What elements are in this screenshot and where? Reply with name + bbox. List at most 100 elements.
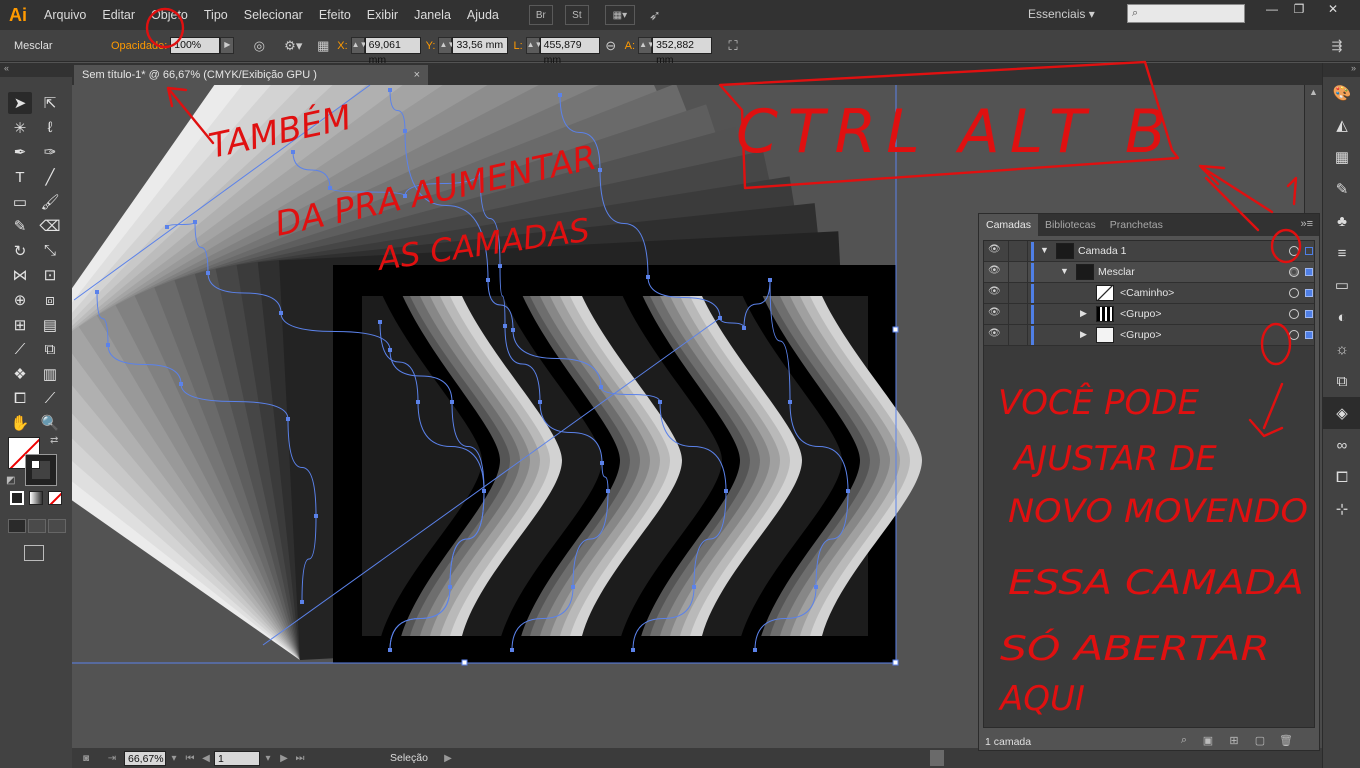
zoom-field[interactable]: 66,67% <box>124 750 166 766</box>
height-field[interactable]: 352,882 mm <box>652 37 713 66</box>
draw-inside-icon[interactable] <box>48 519 66 534</box>
opacity-dropdown-icon[interactable]: ▶ <box>220 37 235 54</box>
menu-arquivo[interactable]: Arquivo <box>36 0 94 30</box>
draw-behind-icon[interactable] <box>28 519 46 534</box>
eraser-tool-icon[interactable]: ⌫ <box>38 215 62 237</box>
expand-triangle-icon[interactable]: ▶ <box>1080 308 1087 319</box>
gradient-tool-icon[interactable]: ▤ <box>38 314 62 336</box>
stroke-swatch[interactable] <box>25 454 57 487</box>
visibility-eye-icon[interactable]: 👁 <box>988 328 1002 339</box>
menu-objeto[interactable]: Objeto <box>143 0 196 30</box>
visibility-eye-icon[interactable]: 👁 <box>988 307 1002 318</box>
lock-toggle[interactable] <box>1008 241 1028 261</box>
target-circle-icon[interactable] <box>1289 288 1299 298</box>
layer-row-mesclar[interactable]: 👁 ▼ Mesclar <box>984 262 1314 283</box>
symbols-panel-icon[interactable]: ♣ <box>1323 205 1360 237</box>
close-icon[interactable]: ✕ <box>1318 0 1348 20</box>
column-graph-tool-icon[interactable]: ▥ <box>38 363 62 385</box>
first-artboard-icon[interactable]: ⏮ <box>182 753 198 764</box>
curvature-tool-icon[interactable]: ✑ <box>38 141 62 163</box>
paintbrush-tool-icon[interactable]: 🖌 <box>38 191 62 213</box>
tab-layers[interactable]: Camadas <box>979 214 1038 236</box>
menu-efeito[interactable]: Efeito <box>311 0 359 30</box>
minimize-icon[interactable]: — <box>1257 0 1287 20</box>
status-export-icon[interactable]: ⇥ <box>100 753 124 764</box>
height-stepper-icon[interactable]: ▲▼ <box>638 37 655 54</box>
free-transform-tool-icon[interactable]: ⊡ <box>38 264 62 286</box>
type-tool-icon[interactable]: T <box>8 166 32 188</box>
reference-point-icon[interactable]: ▦ <box>312 36 334 56</box>
transform-options-icon[interactable]: ⚙▾ <box>282 36 304 56</box>
y-field[interactable]: 33,56 mm <box>452 37 509 54</box>
swatches-panel-icon[interactable]: ▦ <box>1323 141 1360 173</box>
pencil-tool-icon[interactable]: ✎ <box>8 215 32 237</box>
color-mode-icon[interactable] <box>10 491 24 506</box>
expand-triangle-icon[interactable]: ▶ <box>1080 329 1087 340</box>
next-artboard-icon[interactable]: ▶ <box>276 753 292 764</box>
menu-janela[interactable]: Janela <box>406 0 459 30</box>
bridge-button[interactable]: Br <box>528 5 553 25</box>
menu-selecionar[interactable]: Selecionar <box>236 0 311 30</box>
width-field[interactable]: 455,879 mm <box>539 37 600 66</box>
delete-layer-icon[interactable]: 🗑 <box>1279 734 1293 748</box>
slice-tool-icon[interactable]: ⟋ <box>38 387 62 409</box>
status-menu-icon[interactable]: ▶ <box>440 753 456 764</box>
visibility-eye-icon[interactable]: 👁 <box>988 265 1002 276</box>
document-tab[interactable]: Sem título-1* @ 66,67% (CMYK/Exibição GP… <box>74 65 428 85</box>
scale-tool-icon[interactable]: ⤡ <box>38 240 62 262</box>
expand-triangle-icon[interactable]: ▼ <box>1060 266 1069 276</box>
rotate-tool-icon[interactable]: ↻ <box>8 240 32 262</box>
rectangle-tool-icon[interactable]: ▭ <box>8 191 32 213</box>
transparency-panel-icon[interactable]: ◐ <box>1323 301 1360 333</box>
pen-tool-icon[interactable]: ✒ <box>8 141 32 163</box>
tab-libraries[interactable]: Bibliotecas <box>1038 214 1103 236</box>
draw-normal-icon[interactable] <box>8 519 26 534</box>
selection-indicator[interactable] <box>1305 331 1313 339</box>
graphic-styles-icon[interactable]: ⧉ <box>1323 365 1360 397</box>
artboard-tool-icon[interactable]: ⧠ <box>8 387 32 409</box>
close-document-icon[interactable]: × <box>414 65 420 85</box>
artboards-panel-icon[interactable]: ⧠ <box>1323 461 1360 493</box>
gradient-panel-icon[interactable]: ▭ <box>1323 269 1360 301</box>
mesh-tool-icon[interactable]: ⊞ <box>8 314 32 336</box>
menu-exibir[interactable]: Exibir <box>359 0 406 30</box>
target-circle-icon[interactable] <box>1289 267 1299 277</box>
stock-button[interactable]: St <box>564 5 589 25</box>
blend-tool-icon[interactable]: ⧉ <box>38 338 62 360</box>
bbox-handle-bottom[interactable] <box>461 659 468 666</box>
y-stepper-icon[interactable]: ▲▼ <box>438 37 455 54</box>
recolor-icon[interactable]: ◎ <box>248 36 270 56</box>
visibility-eye-icon[interactable]: 👁 <box>988 244 1002 255</box>
layers-panel-icon[interactable]: ◈ <box>1323 397 1360 429</box>
last-artboard-icon[interactable]: ⏭ <box>292 753 308 764</box>
direct-selection-tool-icon[interactable]: ⇱ <box>38 92 62 114</box>
arrange-documents-icon[interactable]: ▦▾ <box>604 5 635 25</box>
none-mode-icon[interactable] <box>48 491 62 506</box>
horizontal-scrollbar[interactable] <box>930 750 944 766</box>
layer-row-caminho[interactable]: 👁 <Caminho> <box>984 283 1314 304</box>
layer-row-grupo-2[interactable]: 👁 ▶ <Grupo> <box>984 325 1314 346</box>
stroke-panel-icon[interactable]: ≡ <box>1323 237 1360 269</box>
swap-fill-stroke-icon[interactable]: ⇄ <box>50 435 58 446</box>
eyedropper-tool-icon[interactable]: ⟋ <box>8 338 32 360</box>
line-tool-icon[interactable]: ╱ <box>38 166 62 188</box>
selection-tool-icon[interactable]: ➤ <box>8 92 32 115</box>
layer-row-camada1[interactable]: 👁 ▼ Camada 1 <box>984 241 1314 262</box>
transform-panel-icon[interactable]: ⊹ <box>1323 493 1360 525</box>
opacity-field[interactable]: 100% <box>170 37 221 54</box>
zoom-dropdown-icon[interactable]: ▾ <box>166 753 182 764</box>
symbol-sprayer-tool-icon[interactable]: ❖ <box>8 363 32 385</box>
artboard-dropdown-icon[interactable]: ▾ <box>260 753 276 764</box>
make-clipping-mask-icon[interactable]: ▣ <box>1201 734 1215 748</box>
lasso-tool-icon[interactable]: ℓ <box>38 117 62 139</box>
expand-triangle-icon[interactable]: ▼ <box>1040 245 1049 255</box>
magic-wand-tool-icon[interactable]: ✳ <box>8 117 32 139</box>
prev-artboard-icon[interactable]: ◀ <box>198 753 214 764</box>
bbox-handle-corner[interactable] <box>892 659 899 666</box>
layer-row-grupo-1[interactable]: 👁 ▶ <Grupo> <box>984 304 1314 325</box>
perspective-grid-tool-icon[interactable]: ⧈ <box>38 289 62 311</box>
menu-tipo[interactable]: Tipo <box>196 0 236 30</box>
menu-ajuda[interactable]: Ajuda <box>459 0 507 30</box>
selection-indicator[interactable] <box>1305 247 1313 255</box>
color-panel-icon[interactable]: 🎨 <box>1323 77 1360 109</box>
